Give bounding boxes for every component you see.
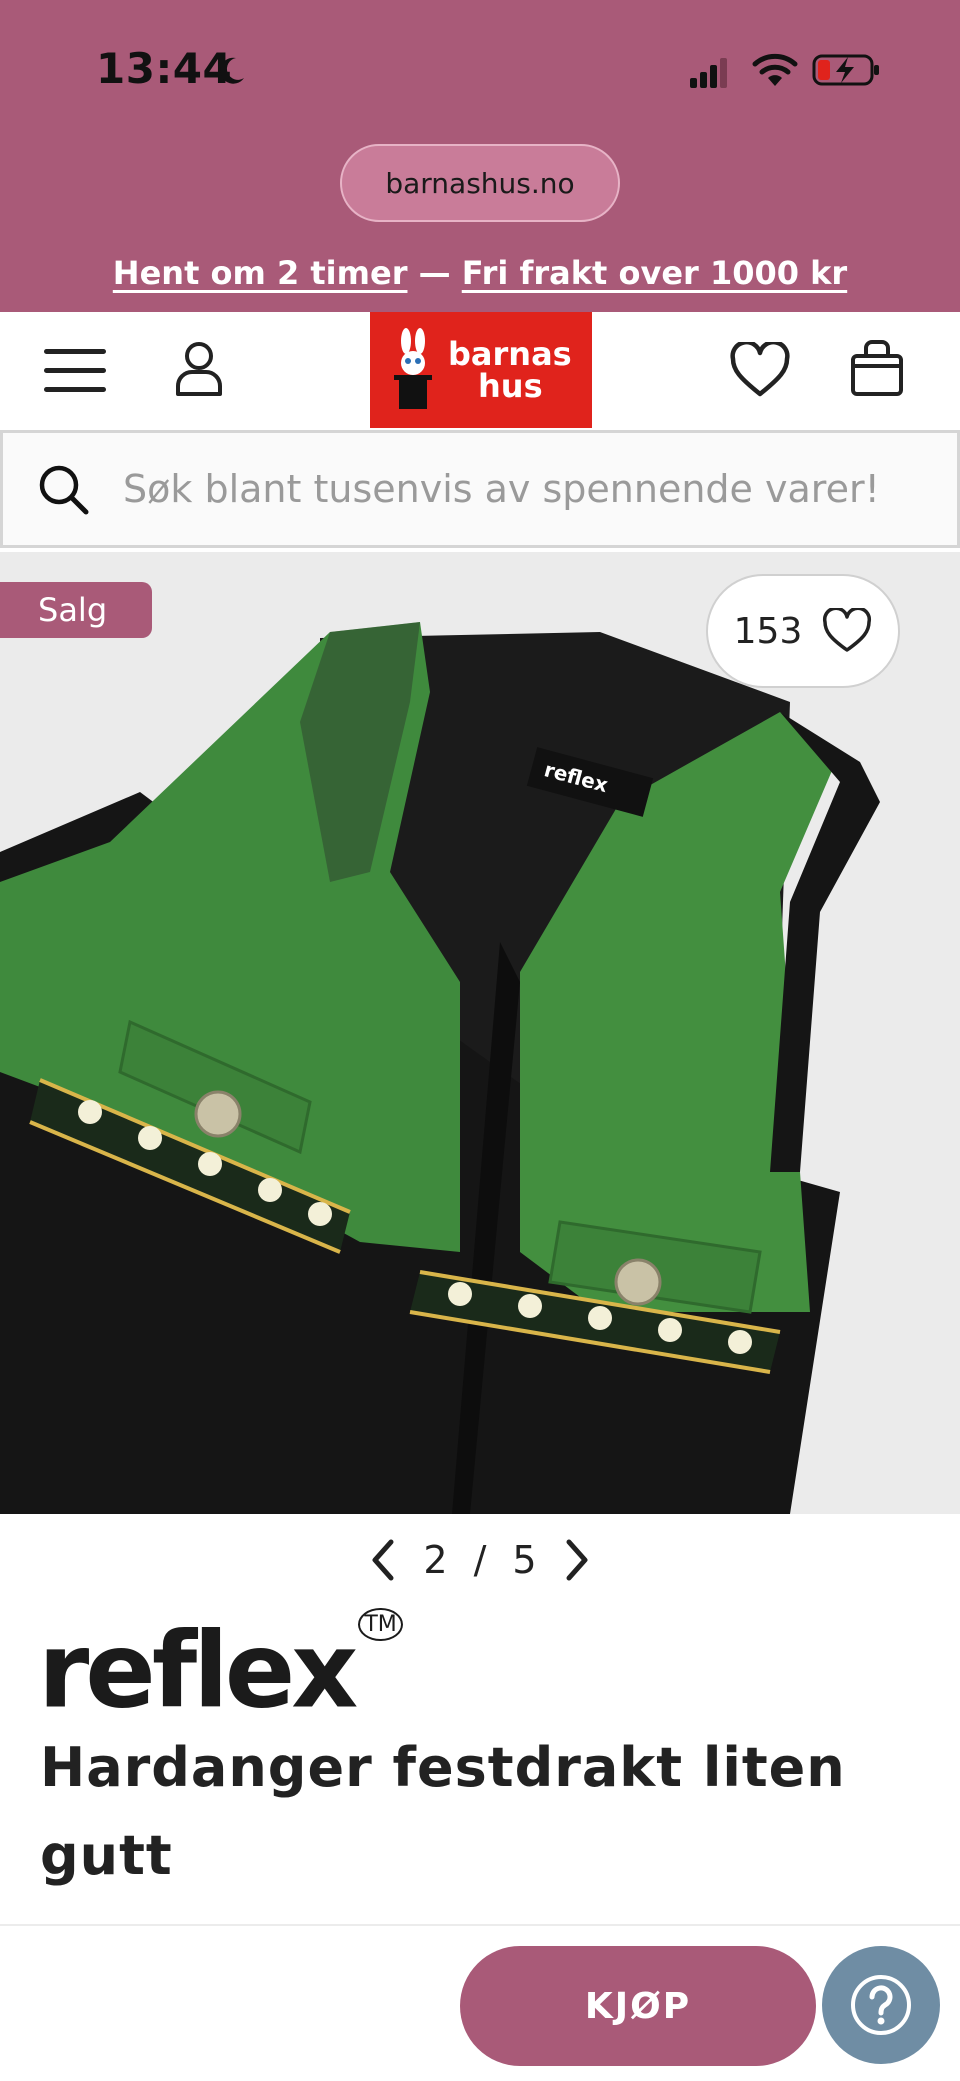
chevron-left-icon[interactable] [369,1538,397,1582]
logo-text: barnas hus [448,338,572,402]
pickup-link[interactable]: Hent om 2 timer [113,254,408,292]
product-photo-vest: reflex [0,552,960,1514]
promo-separator: — [407,254,462,292]
site-header: barnas hus [0,312,960,428]
buy-button[interactable]: KJØP [460,1946,816,2066]
product-image-carousel[interactable]: reflex Salg 153 [0,552,960,1514]
brand-logo[interactable]: reflex TM [38,1608,403,1726]
top-chrome: 13:44 barnashus.no Hent om 2 timer — Fri… [0,0,960,312]
like-count: 153 [733,610,803,652]
wishlist-heart-icon[interactable] [730,342,790,398]
user-account-icon[interactable] [174,340,224,398]
logo-text-line2: hus [478,367,543,405]
url-bar[interactable]: barnashus.no [340,144,620,222]
battery-charging-icon [812,54,879,86]
brand-name: reflex [38,1609,358,1732]
search-icon[interactable] [37,463,89,515]
help-button[interactable] [822,1946,940,2064]
signal-icon [690,58,727,88]
hamburger-menu-icon[interactable] [44,346,108,396]
moon-icon [220,57,244,84]
logo-text-line1: barnas [448,335,572,373]
bottom-action-bar: KJØP [0,1924,960,2081]
heart-icon [823,608,872,652]
trademark-mark: TM [358,1608,403,1641]
chevron-right-icon[interactable] [563,1538,591,1582]
sale-badge: Salg [0,582,152,638]
search-input[interactable] [123,467,903,511]
product-title: Hardanger festdrakt liten gutt [40,1736,846,1887]
free-shipping-link[interactable]: Fri frakt over 1000 kr [462,254,847,292]
search-bar [0,430,960,548]
promo-banner: Hent om 2 timer — Fri frakt over 1000 kr [0,254,960,292]
image-index-separator: / [473,1538,487,1582]
rabbit-hat-logo-icon [394,328,432,409]
wifi-icon [752,53,798,86]
total-images: 5 [512,1538,537,1582]
status-time: 13:44 [96,44,233,93]
image-pagination: 2 / 5 [0,1530,960,1590]
like-counter-button[interactable]: 153 [706,574,900,688]
question-mark-icon [851,1975,911,2035]
current-image-index: 2 [423,1538,448,1582]
shopping-bag-icon[interactable] [850,338,904,398]
barnashus-logo[interactable]: barnas hus [370,312,592,428]
